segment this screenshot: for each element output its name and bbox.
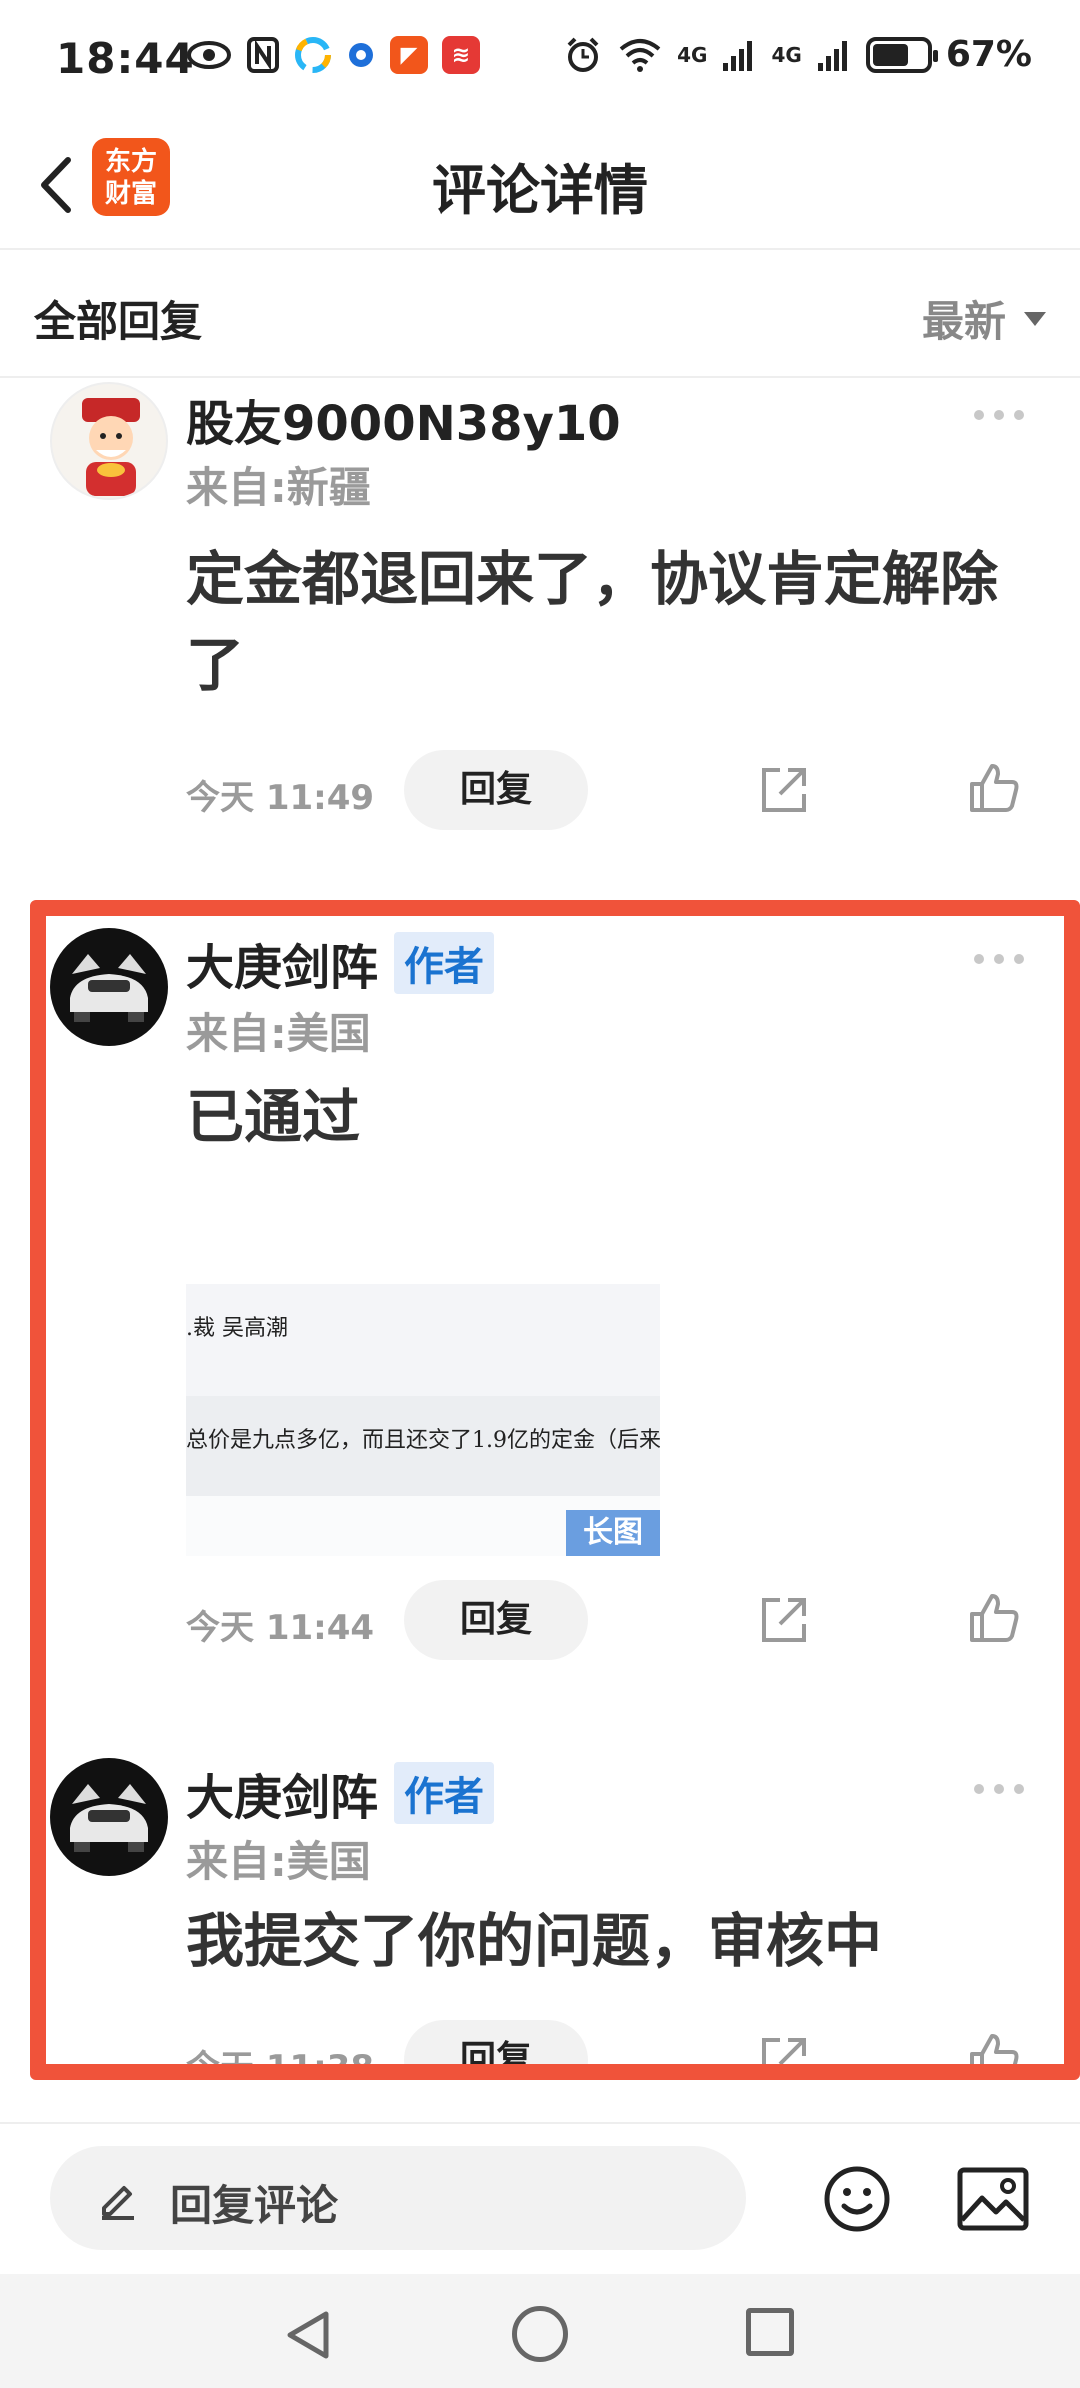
page-title: 评论详情	[432, 159, 648, 222]
nfc-icon	[247, 37, 279, 73]
author-badge: 作者	[394, 932, 495, 994]
car-avatar-icon	[70, 1784, 148, 1852]
image-text-line1: .裁 吴高潮	[186, 1316, 288, 1341]
top-header: 东方 财富 评论详情	[0, 120, 1080, 250]
more-options-icon[interactable]	[974, 410, 1024, 420]
battery-percent: 67%	[945, 34, 1032, 75]
like-icon[interactable]	[966, 2030, 1022, 2068]
signal-icon	[817, 40, 847, 71]
battery-icon	[865, 36, 938, 73]
eye-icon	[187, 41, 231, 69]
author-badge: 作者	[394, 1762, 495, 1824]
comment-item: 大庚剑阵 作者 来自:美国 已通过 .裁 吴高潮 总价是九点多亿，而且还交了1.…	[0, 918, 1080, 1678]
username[interactable]: 大庚剑阵	[186, 1758, 378, 1828]
user-location: 来自:新疆	[186, 463, 371, 512]
caishen-avatar-icon	[82, 398, 140, 496]
image-icon[interactable]	[956, 2166, 1030, 2232]
signal-icon	[723, 40, 753, 71]
reply-button[interactable]: 回复	[404, 750, 588, 830]
all-replies-label: 全部回复	[34, 297, 203, 346]
reply-button[interactable]: 回复	[404, 2020, 588, 2068]
user-location: 来自:美国	[186, 1009, 371, 1058]
like-icon[interactable]	[966, 1590, 1022, 1646]
car-avatar-icon	[70, 954, 148, 1022]
bottom-reply-bar: 回复评论	[0, 2122, 1080, 2272]
browser-icon	[349, 43, 373, 67]
app-icon: ◤	[390, 36, 428, 74]
comment-time: 今天 11:38	[186, 2048, 375, 2068]
comment-text: 我提交了你的问题，审核中	[186, 1907, 883, 1975]
user-location: 来自:美国	[186, 1837, 371, 1886]
sort-selected-label: 最新	[921, 297, 1006, 346]
pencil-icon	[102, 2186, 134, 2220]
comment-actions: 今天 11:38 回复	[186, 2020, 1026, 2068]
reply-comment-input[interactable]: 回复评论	[50, 2146, 746, 2250]
app-icon	[295, 37, 331, 73]
nav-recent-apps-icon[interactable]	[746, 2308, 794, 2356]
more-options-icon[interactable]	[974, 954, 1024, 964]
reply-button[interactable]: 回复	[404, 1580, 588, 1660]
network-label-1: 4G	[677, 42, 708, 67]
comment-time: 今天 11:49	[186, 778, 375, 818]
comment-actions: 今天 11:49 回复	[186, 750, 1026, 830]
reply-input-placeholder: 回复评论	[170, 2181, 339, 2230]
app-icon: ≋	[442, 36, 480, 74]
wifi-icon	[619, 38, 661, 72]
dropdown-triangle-icon	[1024, 311, 1046, 326]
status-time: 18:44	[56, 34, 195, 83]
sort-dropdown[interactable]: 最新	[922, 288, 1046, 349]
image-text-line2: 总价是九点多亿，而且还交了1.9亿的定金（后来	[186, 1428, 660, 1453]
reply-sort-bar: 全部回复 最新	[0, 252, 1080, 378]
comment-text: 已通过	[186, 1083, 361, 1151]
like-icon[interactable]	[966, 760, 1022, 816]
comment-actions: 今天 11:44 回复	[186, 1580, 1026, 1660]
nav-home-icon[interactable]	[512, 2306, 568, 2362]
long-image-badge: 长图	[566, 1510, 660, 1556]
comment-image[interactable]: .裁 吴高潮 总价是九点多亿，而且还交了1.9亿的定金（后来 长图	[186, 1284, 660, 1556]
comment-time: 今天 11:44	[186, 1608, 375, 1648]
status-bar: 18:44 ◤ ≋ 4G 4G 67%	[0, 0, 1080, 120]
share-icon[interactable]	[756, 1592, 812, 1648]
avatar[interactable]	[50, 1758, 168, 1876]
nav-back-icon[interactable]	[282, 2308, 336, 2362]
comment-text: 定金都退回来了，协议肯定解除了	[186, 545, 999, 699]
more-options-icon[interactable]	[974, 1784, 1024, 1794]
username[interactable]: 大庚剑阵	[186, 928, 378, 998]
username[interactable]: 股友9000N38y10	[186, 384, 621, 454]
network-label-2: 4G	[771, 42, 802, 67]
emoji-icon[interactable]	[822, 2164, 892, 2234]
status-icons-right: 4G 4G 67%	[563, 34, 1032, 75]
share-icon[interactable]	[756, 762, 812, 818]
comment-item: 大庚剑阵 作者 来自:美国 我提交了你的问题，审核中 今天 11:38 回复	[0, 1748, 1080, 2068]
share-icon[interactable]	[756, 2032, 812, 2068]
system-nav-bar	[0, 2274, 1080, 2388]
status-icons-left: ◤ ≋	[186, 36, 480, 74]
comment-item: 股友9000N38y10 来自:新疆 定金都退回来了，协议肯定解除了 今天 11…	[0, 378, 1080, 858]
avatar[interactable]	[50, 382, 168, 500]
alarm-icon	[567, 37, 599, 72]
avatar[interactable]	[50, 928, 168, 1046]
